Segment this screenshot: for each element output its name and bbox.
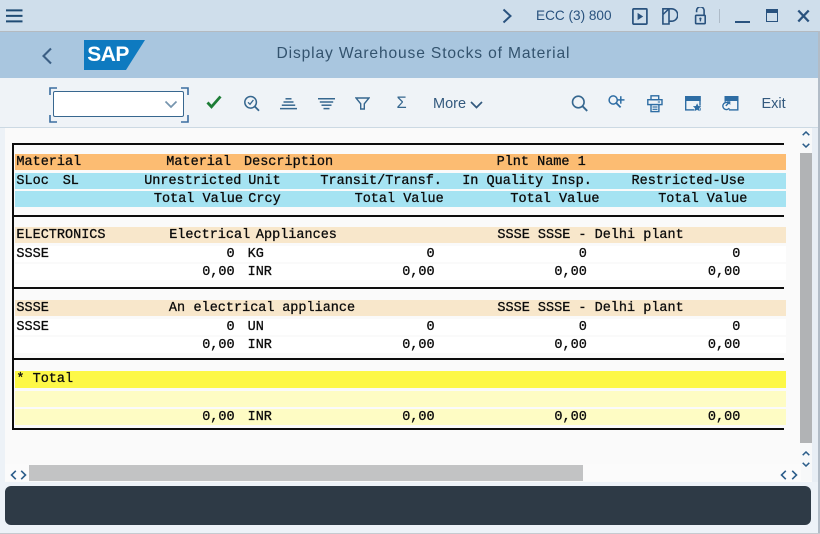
svg-text:SAP: SAP	[87, 43, 129, 66]
